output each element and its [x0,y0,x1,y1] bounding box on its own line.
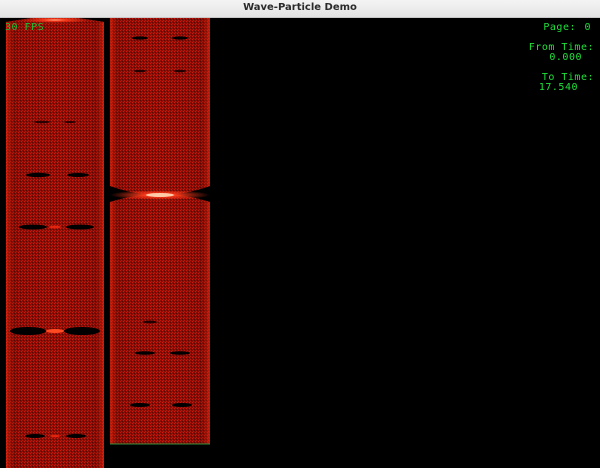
fps-counter: 30 FPS [5,22,45,33]
left-node-band [19,224,47,230]
left-node-highlight [46,329,64,333]
title-bar[interactable]: Wave-Particle Demo [0,0,600,18]
left-node-band [64,121,76,123]
left-node-band [34,120,50,124]
right-node-band [143,320,157,324]
wave-visualization [6,18,210,468]
right-waist-core [146,193,174,197]
right-wave-column [110,18,210,445]
right-column-upper-shade [110,18,210,195]
left-node-band [67,173,89,177]
left-node-band [64,327,100,335]
right-node-band [130,403,150,407]
right-column-lower-shade [110,194,210,444]
simulation-canvas[interactable]: 30 FPS Page: 0 From Time: 0.000 To Time:… [0,18,600,468]
left-node-band [25,434,45,438]
left-node-band [66,224,94,230]
right-node-band [172,36,188,40]
left-node-highlight [49,225,61,229]
right-node-band [132,36,148,40]
right-node-band [134,69,146,73]
to-time-value: 17.540 [538,82,578,93]
app-window: Wave-Particle Demo 30 FPS Page: 0 From T… [0,0,600,468]
left-node-highlight [50,434,60,438]
left-wave-column [6,18,104,468]
left-node-band [10,327,46,335]
right-node-band [170,351,190,355]
left-node-band [66,434,86,438]
left-column-shade [6,18,104,468]
window-title: Wave-Particle Demo [243,2,357,13]
right-node-band [172,403,192,407]
page-value: 0 [584,22,591,33]
from-time-value: 0.000 [549,52,582,63]
right-node-band [174,69,186,73]
page-label: Page: [543,22,576,33]
right-node-band [135,351,155,355]
left-node-band [26,172,50,178]
